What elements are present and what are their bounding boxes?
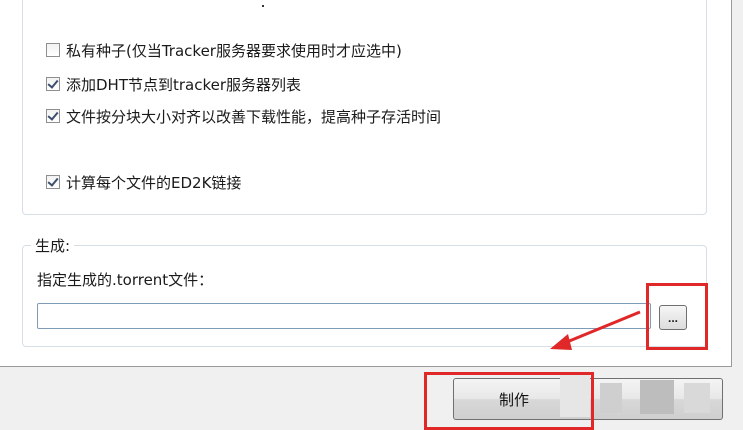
ed2k-option[interactable]: 计算每个文件的ED2K链接 <box>46 172 241 192</box>
align-pieces-label: 文件按分块大小对齐以改善下载性能，提高种子存活时间 <box>66 107 442 126</box>
blur-patch <box>600 383 622 413</box>
torrent-file-label: 指定生成的.torrent文件： <box>37 271 214 289</box>
ed2k-checkbox[interactable] <box>46 175 60 189</box>
private-torrent-checkbox[interactable] <box>46 43 60 57</box>
blur-patch <box>640 380 674 414</box>
add-dht-checkbox[interactable] <box>46 77 60 91</box>
stray-dot <box>262 5 264 7</box>
align-pieces-option[interactable]: 文件按分块大小对齐以改善下载性能，提高种子存活时间 <box>46 106 441 126</box>
ed2k-label: 计算每个文件的ED2K链接 <box>66 173 242 192</box>
make-highlight <box>424 372 594 430</box>
private-torrent-option[interactable]: 私有种子(仅当Tracker服务器要求使用时才应选中) <box>46 40 402 60</box>
annotation-arrow-icon <box>550 310 641 350</box>
add-dht-option[interactable]: 添加DHT节点到tracker服务器列表 <box>46 74 301 94</box>
align-pieces-checkbox[interactable] <box>46 109 60 123</box>
private-torrent-label: 私有种子(仅当Tracker服务器要求使用时才应选中) <box>66 41 402 60</box>
browse-highlight <box>646 283 708 350</box>
add-dht-label: 添加DHT节点到tracker服务器列表 <box>66 75 302 94</box>
generate-legend: 生成: <box>31 235 75 256</box>
blur-patch <box>684 383 710 413</box>
